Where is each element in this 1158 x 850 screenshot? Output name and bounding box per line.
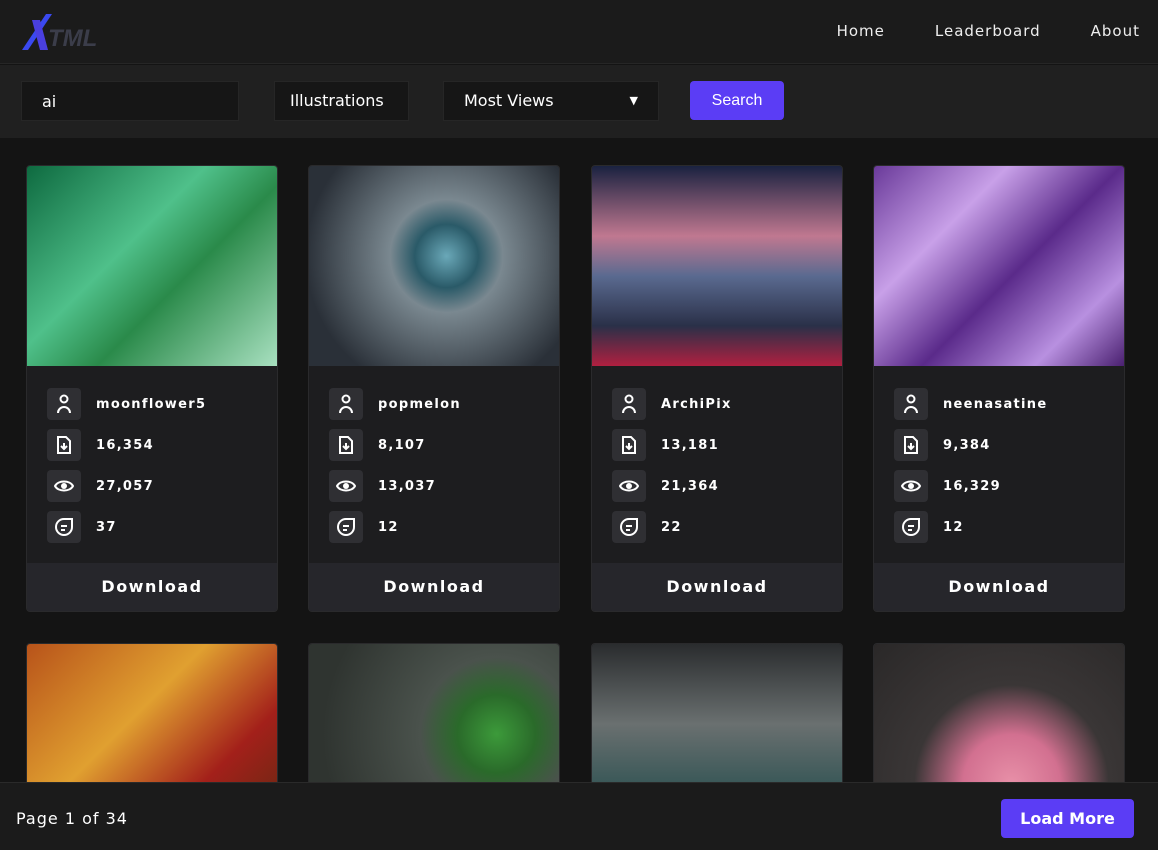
header: TML Home Leaderboard About <box>0 0 1158 64</box>
view-count-value: 27,057 <box>96 478 154 494</box>
image-card: neenasatine 9,384 16,329 12 Download <box>873 165 1125 612</box>
comment-count-value: 12 <box>943 519 964 535</box>
user-icon <box>47 388 81 420</box>
download-file-icon <box>894 429 928 461</box>
download-count-value: 16,354 <box>96 437 154 453</box>
comment-icon <box>612 511 646 543</box>
download-count-value: 9,384 <box>943 437 991 453</box>
card-image[interactable] <box>592 166 842 366</box>
eye-icon <box>612 470 646 502</box>
user-icon <box>612 388 646 420</box>
view-count: 16,329 <box>894 470 1001 502</box>
username-value[interactable]: ArchiPix <box>661 397 732 412</box>
download-count-value: 13,181 <box>661 437 719 453</box>
nav-leaderboard[interactable]: Leaderboard <box>935 22 1041 40</box>
username-value[interactable]: moonflower5 <box>96 397 206 412</box>
search-button[interactable]: Search <box>690 81 784 120</box>
eye-icon <box>894 470 928 502</box>
download-file-icon <box>329 429 363 461</box>
download-count: 16,354 <box>47 429 154 461</box>
comment-count-value: 12 <box>378 519 399 535</box>
view-count: 13,037 <box>329 470 436 502</box>
svg-text:TML: TML <box>48 25 97 52</box>
username: ArchiPix <box>612 388 732 420</box>
sort-select[interactable]: Most Views ▼ <box>443 81 659 121</box>
sort-selected: Most Views <box>464 91 554 110</box>
card-image[interactable] <box>309 166 559 366</box>
comment-count-value: 22 <box>661 519 682 535</box>
download-count: 8,107 <box>329 429 426 461</box>
view-count-value: 16,329 <box>943 478 1001 494</box>
page-indicator: Page 1 of 34 <box>16 809 128 828</box>
comment-icon <box>47 511 81 543</box>
download-count-value: 8,107 <box>378 437 426 453</box>
download-file-icon <box>47 429 81 461</box>
nav-about[interactable]: About <box>1091 22 1140 40</box>
comment-icon <box>329 511 363 543</box>
download-count: 13,181 <box>612 429 719 461</box>
download-button[interactable]: Download <box>874 563 1124 611</box>
eye-icon <box>329 470 363 502</box>
username-value[interactable]: popmelon <box>378 397 461 412</box>
filter-bar: Illustrations Most Views ▼ Search <box>0 65 1158 138</box>
view-count-value: 21,364 <box>661 478 719 494</box>
card-image[interactable] <box>874 166 1124 366</box>
comment-count: 22 <box>612 511 682 543</box>
nav-home[interactable]: Home <box>837 22 885 40</box>
chevron-down-icon: ▼ <box>629 94 638 107</box>
view-count-value: 13,037 <box>378 478 436 494</box>
view-count: 27,057 <box>47 470 154 502</box>
image-card: popmelon 8,107 13,037 12 Download <box>308 165 560 612</box>
download-button[interactable]: Download <box>592 563 842 611</box>
download-file-icon <box>612 429 646 461</box>
comment-count: 12 <box>894 511 964 543</box>
username: moonflower5 <box>47 388 206 420</box>
xtml-logo[interactable]: TML <box>18 10 108 54</box>
image-card: moonflower5 16,354 27,057 37 Download <box>26 165 278 612</box>
image-card: ArchiPix 13,181 21,364 22 Download <box>591 165 843 612</box>
card-image[interactable] <box>27 166 277 366</box>
download-count: 9,384 <box>894 429 991 461</box>
comment-icon <box>894 511 928 543</box>
username-value[interactable]: neenasatine <box>943 397 1047 412</box>
comment-count: 12 <box>329 511 399 543</box>
search-input[interactable] <box>21 81 239 121</box>
download-button[interactable]: Download <box>27 563 277 611</box>
eye-icon <box>47 470 81 502</box>
comment-count: 37 <box>47 511 117 543</box>
comment-count-value: 37 <box>96 519 117 535</box>
user-icon <box>329 388 363 420</box>
view-count: 21,364 <box>612 470 719 502</box>
category-filter[interactable]: Illustrations <box>274 81 409 121</box>
username: neenasatine <box>894 388 1047 420</box>
footer: Page 1 of 34 Load More <box>0 782 1158 850</box>
load-more-button[interactable]: Load More <box>1001 799 1134 838</box>
download-button[interactable]: Download <box>309 563 559 611</box>
user-icon <box>894 388 928 420</box>
username: popmelon <box>329 388 461 420</box>
